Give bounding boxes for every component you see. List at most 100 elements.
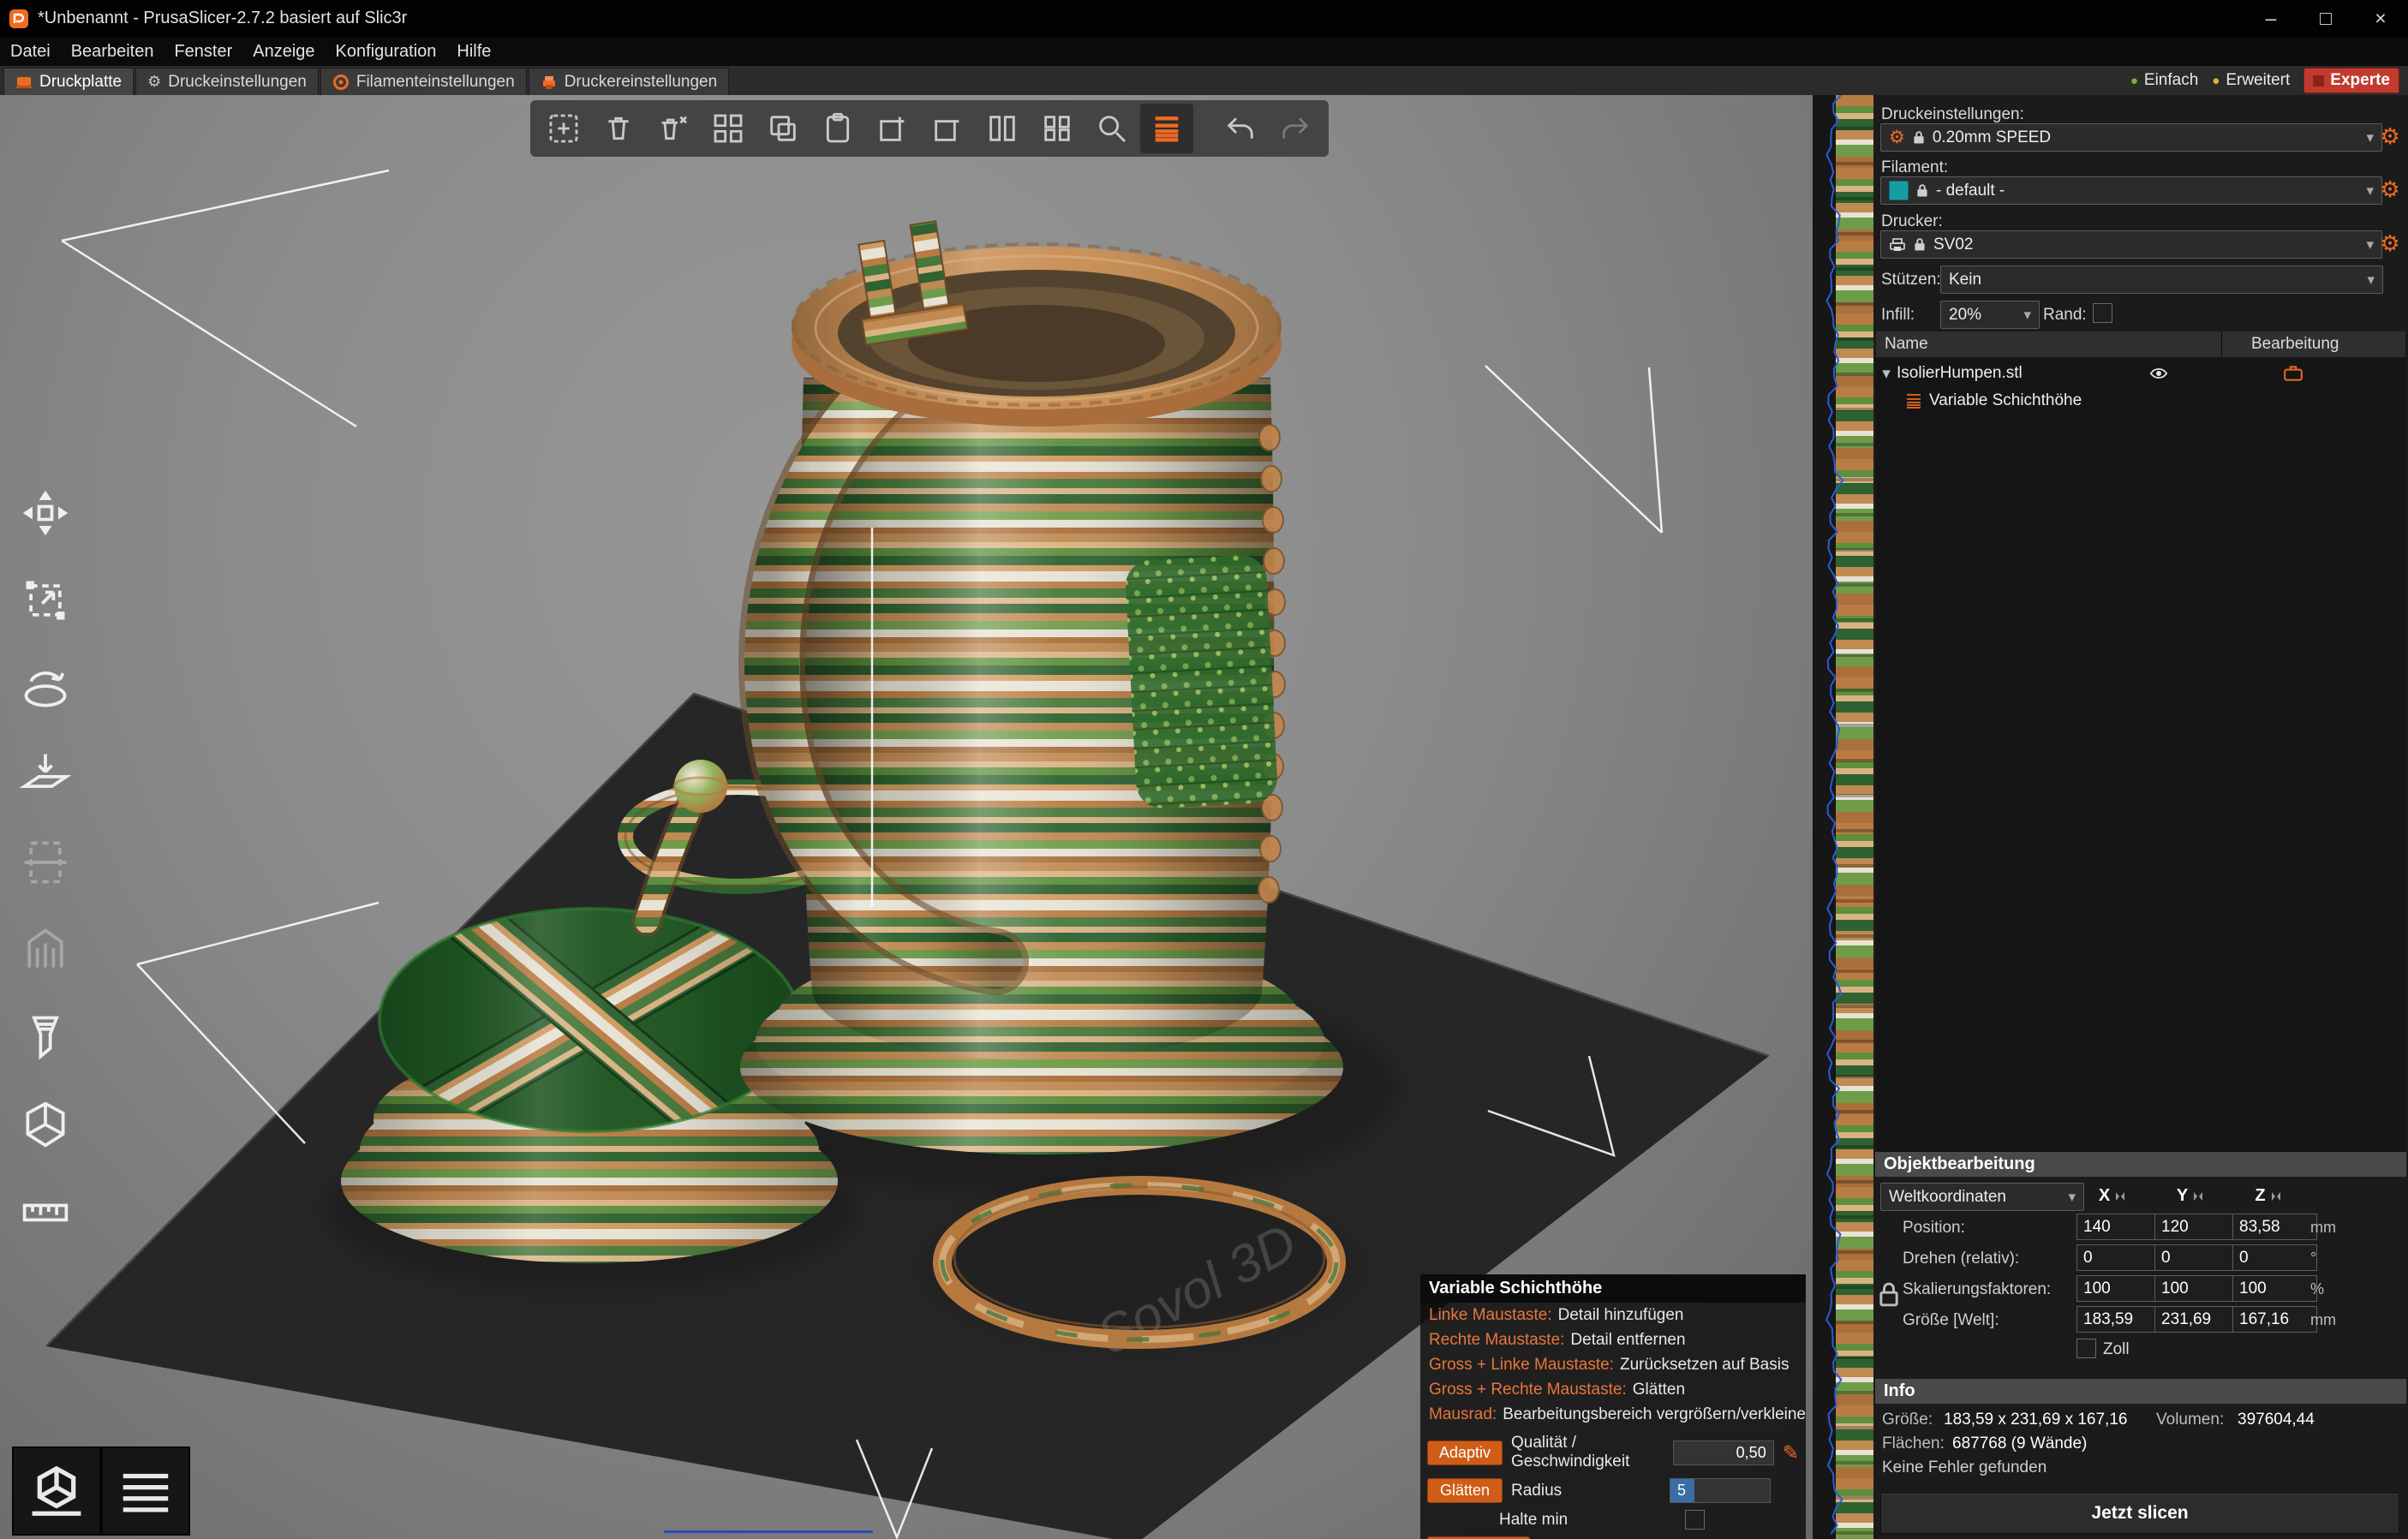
seam-painting-tool-icon[interactable]	[9, 1000, 82, 1074]
size-z-input[interactable]: 167,16	[2232, 1306, 2317, 1333]
rotation-unit: °	[2310, 1250, 2317, 1267]
inches-label: Zoll	[2103, 1340, 2130, 1358]
redo-icon[interactable]	[1269, 104, 1322, 153]
copy-icon[interactable]	[756, 104, 810, 153]
lock-icon	[1917, 184, 1927, 197]
search-icon[interactable]	[1085, 104, 1138, 153]
minimize-button[interactable]: –	[2244, 0, 2298, 37]
filament-combo[interactable]: - default - ▾	[1880, 176, 2382, 205]
3d-viewport[interactable]: Sovol 3D Variable Schichthöhe Linke Maus…	[0, 95, 1813, 1539]
chevron-down-icon: ▾	[2068, 1188, 2076, 1205]
measure-tool-icon[interactable]	[9, 1175, 82, 1249]
editor-view-button[interactable]	[12, 1447, 101, 1536]
supports-combo[interactable]: Kein ▾	[1940, 265, 2383, 294]
printer-gear-button[interactable]: ⚙	[2377, 230, 2403, 257]
paste-icon[interactable]	[811, 104, 864, 153]
print-settings-combo[interactable]: ⚙ 0.20mm SPEED ▾	[1880, 123, 2382, 152]
gear-icon: ⚙	[147, 73, 162, 90]
print-settings-gear-button[interactable]: ⚙	[2377, 123, 2403, 150]
object-name: IsolierHumpen.stl	[1897, 364, 2023, 382]
axis-mirror-icon[interactable]	[2192, 1191, 2204, 1202]
smooth-button[interactable]: Glätten	[1427, 1478, 1503, 1503]
rotation-y-input[interactable]: 0	[2154, 1244, 2239, 1271]
coordinates-value: Weltkoordinaten	[1889, 1187, 2006, 1206]
printer-combo[interactable]: SV02 ▾	[1880, 230, 2382, 259]
split-to-objects-icon[interactable]	[976, 104, 1029, 153]
position-z-input[interactable]: 83,58	[2232, 1214, 2317, 1240]
arrange-icon[interactable]	[702, 104, 755, 153]
position-x-input[interactable]: 140	[2076, 1214, 2161, 1240]
close-button[interactable]: ×	[2353, 0, 2408, 37]
scale-tool-icon[interactable]	[9, 564, 82, 637]
variable-layer-height-icon[interactable]	[1140, 104, 1193, 153]
menu-konfiguration[interactable]: Konfiguration	[326, 37, 447, 66]
mmu-painting-tool-icon[interactable]	[9, 1088, 82, 1161]
title-bar: *Unbenannt - PrusaSlicer-2.7.2 basiert a…	[0, 0, 2408, 37]
eye-icon[interactable]	[2148, 367, 2169, 380]
axis-mirror-icon[interactable]	[2270, 1191, 2282, 1202]
size-y-input[interactable]: 231,69	[2154, 1306, 2239, 1333]
remove-instance-icon[interactable]	[921, 104, 974, 153]
info-header: Info	[1875, 1379, 2406, 1404]
infill-combo[interactable]: 20% ▾	[1940, 301, 2040, 329]
object-child-row[interactable]: Variable Schichthöhe	[1876, 387, 2405, 415]
adaptive-value-input[interactable]: 0,50	[1672, 1440, 1774, 1465]
add-instance-icon[interactable]	[866, 104, 919, 153]
rotation-z-input[interactable]: 0	[2232, 1244, 2317, 1271]
object-list-header: Name Bearbeitung	[1876, 331, 2405, 358]
move-tool-icon[interactable]	[9, 476, 82, 550]
menu-fenster[interactable]: Fenster	[164, 37, 242, 66]
expand-caret-icon[interactable]: ▾	[1876, 364, 1897, 384]
size-x-input[interactable]: 183,59	[2076, 1306, 2161, 1333]
edit-pencil-icon[interactable]: ✎	[1783, 1441, 1799, 1464]
menu-hilfe[interactable]: Hilfe	[446, 37, 501, 66]
lock-icon	[1915, 238, 1925, 251]
rotation-x-input[interactable]: 0	[2076, 1244, 2161, 1271]
mode-erweitert[interactable]: ● Erweitert	[2212, 71, 2290, 90]
tab-druckereinstellungen[interactable]: Druckereinstellungen	[528, 68, 730, 95]
menu-anzeige[interactable]: Anzeige	[242, 37, 325, 66]
delete-icon[interactable]	[592, 104, 645, 153]
rotate-tool-icon[interactable]	[9, 651, 82, 725]
maximize-button[interactable]: □	[2298, 0, 2353, 37]
filament-gear-button[interactable]: ⚙	[2377, 176, 2403, 203]
adaptive-button[interactable]: Adaptiv	[1427, 1440, 1503, 1465]
add-icon[interactable]	[537, 104, 590, 153]
edit-object-icon[interactable]	[2283, 365, 2303, 382]
radius-input[interactable]: 5	[1670, 1478, 1771, 1503]
mode-einfach[interactable]: ● Einfach	[2130, 71, 2198, 90]
model-mug[interactable]	[738, 219, 1343, 1154]
menu-datei[interactable]: Datei	[0, 37, 61, 66]
inches-checkbox[interactable]	[2076, 1339, 2096, 1358]
coordinates-combo[interactable]: Weltkoordinaten ▾	[1880, 1183, 2084, 1211]
tab-filamenteinstellungen[interactable]: Filamenteinstellungen	[320, 68, 527, 95]
position-label: Position:	[1903, 1219, 1965, 1237]
view-switcher	[12, 1447, 190, 1536]
scale-y-input[interactable]: 100	[2154, 1275, 2239, 1302]
menu-bearbeiten[interactable]: Bearbeiten	[61, 37, 164, 66]
tab-druckeinstellungen[interactable]: ⚙ Druckeinstellungen	[135, 68, 319, 95]
object-row[interactable]: ▾ IsolierHumpen.stl	[1876, 360, 2405, 387]
gear-icon: ⚙	[1889, 128, 1905, 147]
place-on-face-tool-icon[interactable]	[9, 738, 82, 812]
mode-experte[interactable]: Experte	[2303, 68, 2399, 93]
position-y-input[interactable]: 120	[2154, 1214, 2239, 1240]
menu-bar: Datei Bearbeiten Fenster Anzeige Konfigu…	[0, 37, 2408, 66]
undo-icon[interactable]	[1214, 104, 1267, 153]
brim-checkbox[interactable]	[2093, 303, 2112, 323]
chevron-down-icon: ▾	[2366, 182, 2374, 199]
tab-druckplatte[interactable]: Druckplatte	[3, 68, 134, 95]
slice-now-button[interactable]: Jetzt slicen	[1880, 1493, 2399, 1534]
axis-mirror-icon[interactable]	[2114, 1191, 2126, 1202]
keep-min-checkbox[interactable]	[1685, 1510, 1705, 1530]
scale-z-input[interactable]: 100	[2232, 1275, 2317, 1302]
preview-view-button[interactable]	[101, 1447, 190, 1536]
uniform-scale-lock-icon[interactable]	[1879, 1281, 1898, 1307]
filament-label: Filament:	[1881, 158, 1949, 176]
scale-x-input[interactable]: 100	[2076, 1275, 2161, 1302]
gizmo-toolbar	[9, 476, 82, 1249]
window-title: *Unbenannt - PrusaSlicer-2.7.2 basiert a…	[38, 9, 408, 27]
layer-height-strip[interactable]	[1813, 95, 1873, 1539]
delete-all-icon[interactable]	[647, 104, 700, 153]
split-to-parts-icon[interactable]	[1031, 104, 1084, 153]
